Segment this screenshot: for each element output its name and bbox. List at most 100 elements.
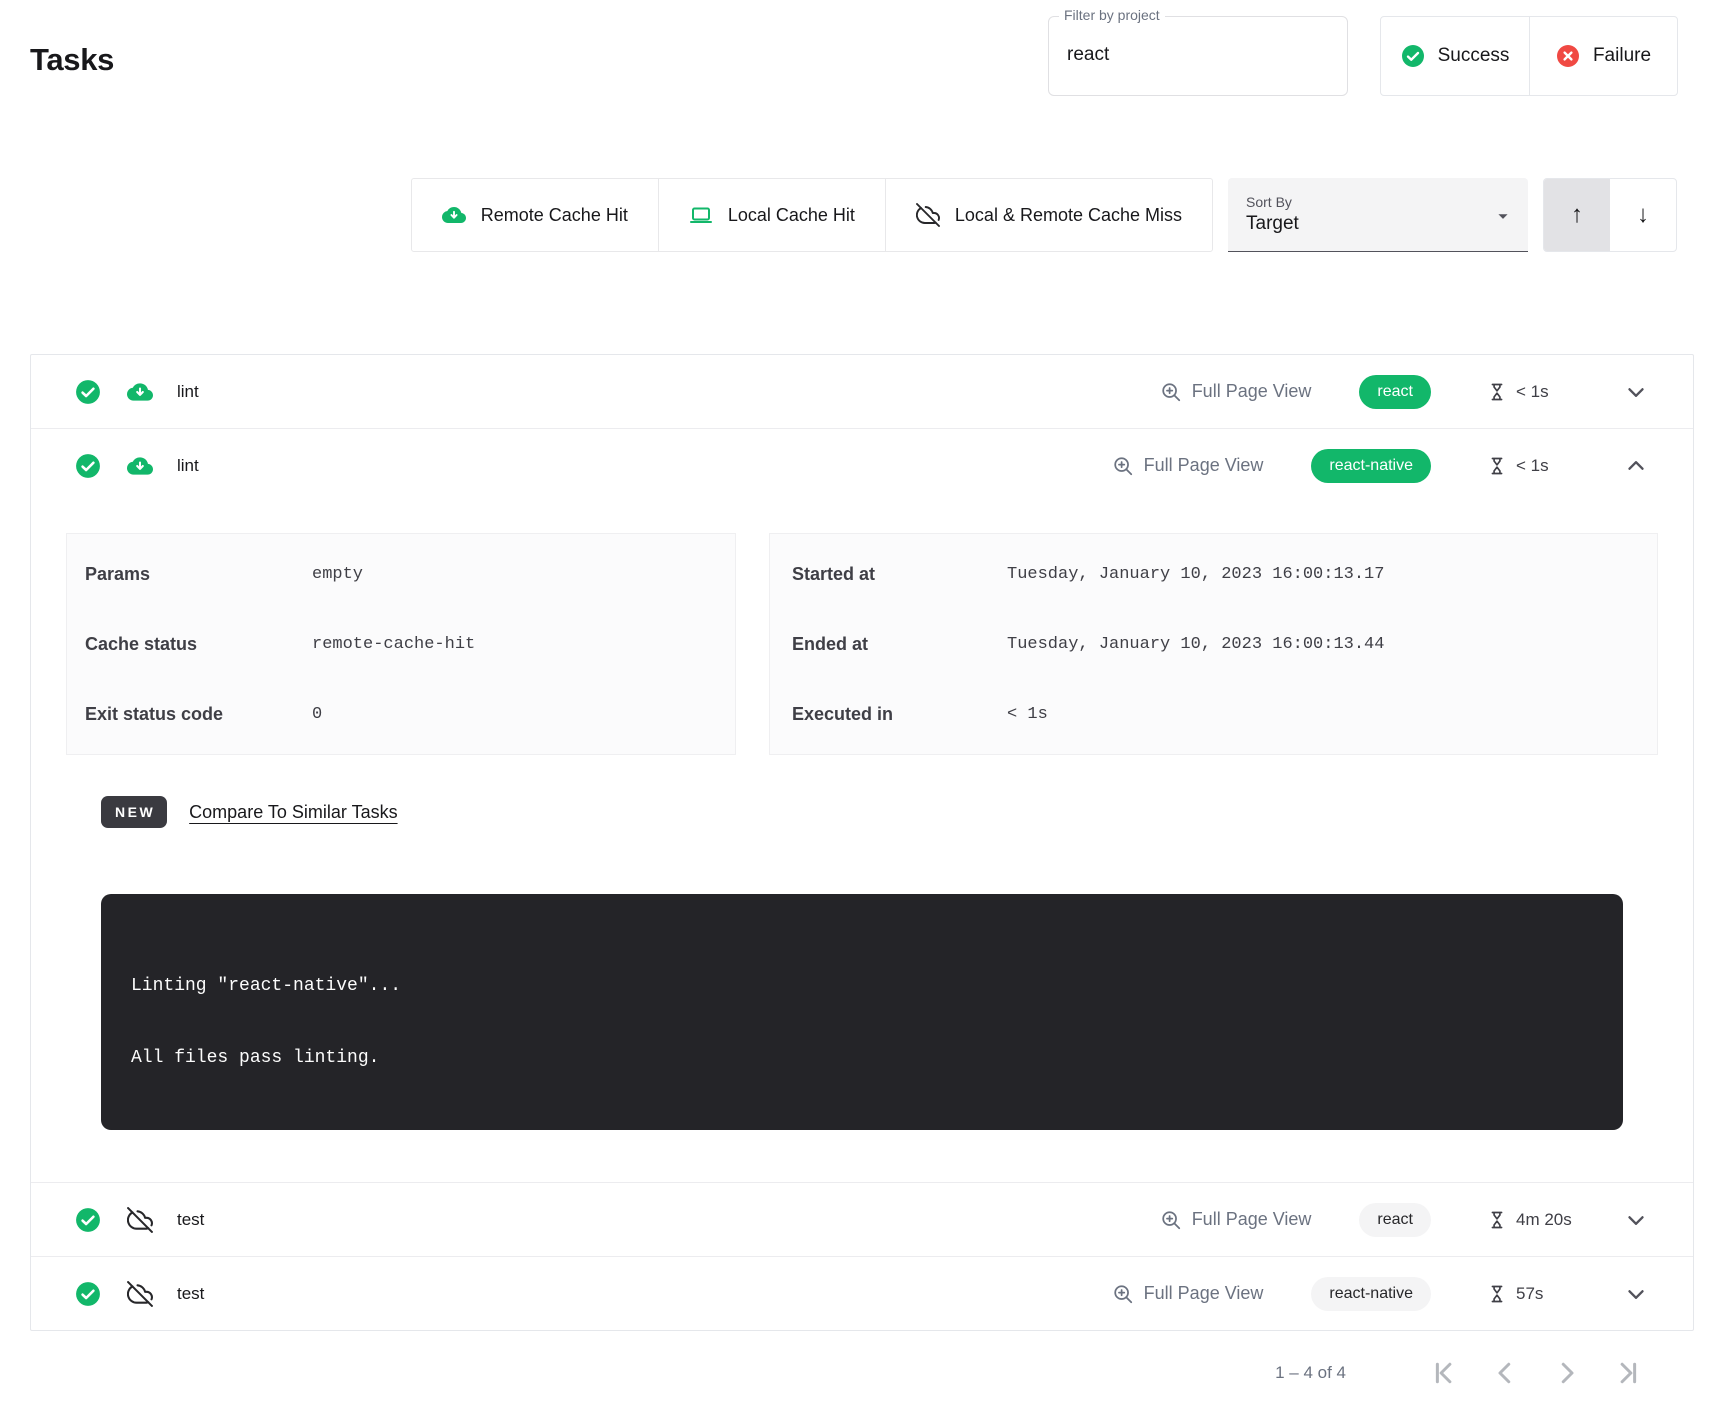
- success-status-icon: [75, 1281, 101, 1307]
- compare-similar-tasks-link[interactable]: Compare To Similar Tasks: [189, 802, 397, 823]
- top-bar-right: Filter by project Success Failure: [1048, 16, 1678, 96]
- success-icon: [1401, 44, 1425, 68]
- previous-page-button[interactable]: [1488, 1356, 1522, 1390]
- full-page-view-label: Full Page View: [1192, 381, 1312, 402]
- params-value: empty: [312, 565, 363, 584]
- task-row: lint Full Page View react < 1s: [31, 355, 1693, 428]
- pagination-range-label: 1 – 4 of 4: [1275, 1363, 1346, 1383]
- success-filter-label: Success: [1438, 45, 1510, 67]
- remote-cache-hit-filter[interactable]: Remote Cache Hit: [412, 179, 658, 251]
- task-duration: 57s: [1516, 1284, 1543, 1304]
- filters-toolbar: Remote Cache Hit Local Cache Hit Local &…: [0, 178, 1677, 252]
- hourglass-icon: [1487, 382, 1507, 402]
- cloud-download-icon: [442, 203, 466, 227]
- cache-filter-group: Remote Cache Hit Local Cache Hit Local &…: [411, 178, 1213, 252]
- params-label: Params: [85, 564, 312, 585]
- cloud-download-icon: [127, 453, 153, 479]
- cloud-off-icon: [127, 1281, 153, 1307]
- sort-by-select[interactable]: Sort By Target: [1228, 178, 1528, 252]
- chevron-down-icon[interactable]: [1623, 1281, 1649, 1307]
- cloud-off-icon: [916, 203, 940, 227]
- task-row-header[interactable]: test Full Page View react 4m 20s: [31, 1183, 1693, 1256]
- full-page-view-label: Full Page View: [1192, 1209, 1312, 1230]
- sort-by-value: Target: [1246, 213, 1510, 235]
- first-page-button[interactable]: [1426, 1356, 1460, 1390]
- task-list: lint Full Page View react < 1s: [30, 354, 1694, 1331]
- cache-miss-filter[interactable]: Local & Remote Cache Miss: [885, 179, 1212, 251]
- success-status-icon: [75, 379, 101, 405]
- full-page-view-label: Full Page View: [1144, 1283, 1264, 1304]
- project-badge: react-native: [1311, 449, 1431, 483]
- project-badge: react: [1359, 1203, 1431, 1237]
- task-name: test: [177, 1284, 204, 1304]
- sort-by-label: Sort By: [1246, 194, 1510, 210]
- hourglass-icon: [1487, 1210, 1507, 1230]
- failure-filter-button[interactable]: Failure: [1529, 17, 1677, 95]
- project-badge: react: [1359, 375, 1431, 409]
- success-status-icon: [75, 1207, 101, 1233]
- terminal-output: Linting "react-native"... All files pass…: [101, 894, 1623, 1130]
- executed-in-value: < 1s: [1007, 705, 1048, 724]
- arrow-down-icon: ↓: [1637, 201, 1649, 229]
- failure-filter-label: Failure: [1593, 45, 1651, 67]
- local-cache-hit-label: Local Cache Hit: [728, 205, 855, 226]
- chevron-down-icon[interactable]: [1623, 1207, 1649, 1233]
- full-page-view-link[interactable]: Full Page View: [1160, 1209, 1312, 1231]
- hourglass-icon: [1487, 1284, 1507, 1304]
- full-page-view-link[interactable]: Full Page View: [1112, 455, 1264, 477]
- full-page-view-link[interactable]: Full Page View: [1112, 1283, 1264, 1305]
- sort-ascending-button[interactable]: ↑: [1544, 179, 1610, 251]
- status-filter-group: Success Failure: [1380, 16, 1678, 96]
- task-timing-panel: Started at Tuesday, January 10, 2023 16:…: [769, 533, 1658, 755]
- success-filter-button[interactable]: Success: [1381, 17, 1529, 95]
- started-at-label: Started at: [792, 564, 1007, 585]
- task-row-header[interactable]: lint Full Page View react < 1s: [31, 355, 1693, 428]
- local-cache-hit-filter[interactable]: Local Cache Hit: [658, 179, 885, 251]
- task-name: lint: [177, 456, 199, 476]
- executed-in-label: Executed in: [792, 704, 1007, 725]
- task-details: Params empty Cache status remote-cache-h…: [31, 533, 1693, 1130]
- project-filter-label: Filter by project: [1059, 7, 1165, 23]
- new-badge: NEW: [101, 796, 167, 828]
- arrow-up-icon: ↑: [1571, 201, 1583, 229]
- zoom-in-icon: [1160, 381, 1182, 403]
- chevron-down-icon[interactable]: [1623, 379, 1649, 405]
- next-page-button[interactable]: [1550, 1356, 1584, 1390]
- page-title: Tasks: [30, 42, 114, 78]
- task-meta-panel: Params empty Cache status remote-cache-h…: [66, 533, 736, 755]
- terminal-line: All files pass linting.: [131, 1040, 1593, 1076]
- terminal-line: Linting "react-native"...: [131, 968, 1593, 1004]
- task-row-header[interactable]: test Full Page View react-native 57s: [31, 1257, 1693, 1330]
- caret-down-icon: [1492, 205, 1514, 227]
- zoom-in-icon: [1160, 1209, 1182, 1231]
- sort-descending-button[interactable]: ↓: [1610, 179, 1676, 251]
- task-duration: < 1s: [1516, 456, 1549, 476]
- top-bar: Tasks Filter by project Success Failure: [0, 0, 1716, 96]
- success-status-icon: [75, 453, 101, 479]
- cache-status-label: Cache status: [85, 634, 312, 655]
- ended-at-value: Tuesday, January 10, 2023 16:00:13.44: [1007, 635, 1384, 654]
- exit-status-value: 0: [312, 705, 322, 724]
- full-page-view-link[interactable]: Full Page View: [1160, 381, 1312, 403]
- project-filter-field[interactable]: Filter by project: [1048, 16, 1348, 96]
- cloud-download-icon: [127, 379, 153, 405]
- task-name: test: [177, 1210, 204, 1230]
- task-row-expanded: lint Full Page View react-native < 1s: [31, 428, 1693, 1130]
- full-page-view-label: Full Page View: [1144, 455, 1264, 476]
- task-duration: < 1s: [1516, 382, 1549, 402]
- chevron-up-icon[interactable]: [1623, 453, 1649, 479]
- task-row: test Full Page View react 4m 20s: [31, 1182, 1693, 1256]
- task-row-header[interactable]: lint Full Page View react-native < 1s: [31, 429, 1693, 502]
- started-at-value: Tuesday, January 10, 2023 16:00:13.17: [1007, 565, 1384, 584]
- project-filter-input[interactable]: [1065, 43, 1325, 67]
- pagination: 1 – 4 of 4: [0, 1345, 1646, 1401]
- ended-at-label: Ended at: [792, 634, 1007, 655]
- task-duration: 4m 20s: [1516, 1210, 1572, 1230]
- sort-direction-group: ↑ ↓: [1543, 178, 1677, 252]
- task-row: test Full Page View react-native 57s: [31, 1256, 1693, 1330]
- terminal-blank-line: [131, 1004, 1593, 1040]
- cache-miss-label: Local & Remote Cache Miss: [955, 205, 1182, 226]
- cloud-off-icon: [127, 1207, 153, 1233]
- hourglass-icon: [1487, 456, 1507, 476]
- last-page-button[interactable]: [1612, 1356, 1646, 1390]
